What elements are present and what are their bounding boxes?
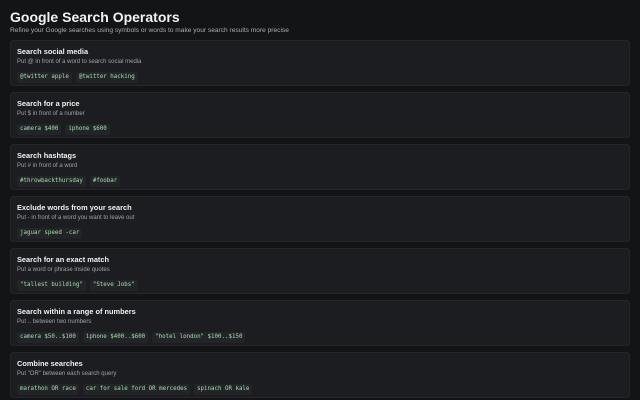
example-chip[interactable]: "tallest building" — [17, 280, 86, 291]
example-list: "tallest building" "Steve Jobs" — [17, 280, 138, 291]
example-chip[interactable]: iphone $400..$600 — [82, 332, 149, 343]
operator-description: Put $ in front of a number — [17, 111, 85, 117]
operator-card-exact-match: Search for an exact match Put a word or … — [10, 248, 630, 294]
operator-card-price: Search for a price Put $ in front of a n… — [10, 92, 630, 138]
page-title: Google Search Operators — [10, 9, 180, 25]
operator-description: Put a word or phrase inside quotes — [17, 267, 110, 273]
operator-description: Put - in front of a word you want to lea… — [17, 215, 135, 221]
operator-title: Search social media — [17, 47, 89, 56]
example-chip[interactable]: marathon OR race — [17, 384, 79, 395]
operator-title: Search for a price — [17, 99, 80, 108]
operator-card-hashtags: Search hashtags Put # in front of a word… — [10, 144, 630, 190]
example-chip[interactable]: "hotel london" $100..$150 — [152, 332, 246, 343]
example-list: marathon OR race car for sale ford OR me… — [17, 384, 253, 395]
example-chip[interactable]: camera $50..$100 — [17, 332, 79, 343]
operator-title: Search hashtags — [17, 151, 77, 160]
example-chip[interactable]: @twitter hacking — [75, 72, 138, 83]
example-chip[interactable]: #foobar — [89, 176, 121, 187]
operator-title: Combine searches — [17, 359, 83, 368]
example-chip[interactable]: iphone $600 — [65, 124, 110, 135]
example-chip[interactable]: #throwbackthursday — [17, 176, 86, 187]
example-chip[interactable]: camera $400 — [17, 124, 62, 135]
example-list: camera $400 iphone $600 — [17, 124, 110, 135]
operator-title: Search for an exact match — [17, 255, 110, 264]
operator-title: Search within a range of numbers — [17, 307, 136, 316]
example-chip[interactable]: jaguar speed -car — [17, 228, 83, 239]
example-list: jaguar speed -car — [17, 228, 83, 239]
operator-description: Put .. between two numbers — [17, 319, 92, 325]
operator-card-number-range: Search within a range of numbers Put .. … — [10, 300, 630, 346]
operator-card-exclude: Exclude words from your search Put - in … — [10, 196, 630, 242]
example-chip[interactable]: @twitter apple — [17, 72, 72, 83]
example-list: #throwbackthursday #foobar — [17, 176, 121, 187]
page-subtitle: Refine your Google searches using symbol… — [10, 27, 289, 34]
operator-description: Put # in front of a word — [17, 163, 78, 169]
operator-title: Exclude words from your search — [17, 203, 132, 212]
example-list: @twitter apple @twitter hacking — [17, 72, 138, 83]
example-chip[interactable]: car for sale ford OR mercedes — [82, 384, 191, 395]
example-chip[interactable]: spinach OR kale — [194, 384, 253, 395]
operator-card-combine: Combine searches Put "OR" between each s… — [10, 352, 630, 398]
page: Google Search Operators Refine your Goog… — [0, 0, 640, 400]
operator-description: Put "OR" between each search query — [17, 371, 117, 377]
operator-card-social-media: Search social media Put @ in front of a … — [10, 40, 630, 86]
operator-list: Search social media Put @ in front of a … — [10, 40, 630, 400]
example-chip[interactable]: "Steve Jobs" — [89, 280, 138, 291]
operator-description: Put @ in front of a word to search socia… — [17, 59, 142, 65]
example-list: camera $50..$100 iphone $400..$600 "hote… — [17, 332, 246, 343]
